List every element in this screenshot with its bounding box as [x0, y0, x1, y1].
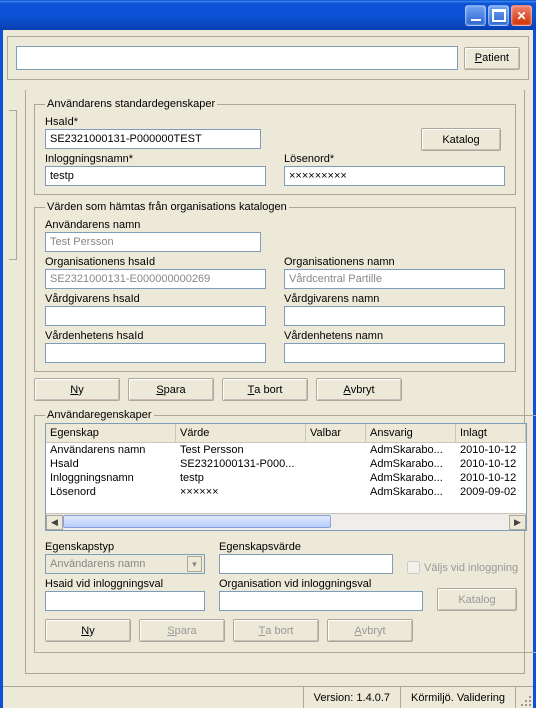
egenskapstyp-select[interactable]: Användarens namn ▼ [45, 554, 205, 574]
group-user-properties: Användaregenskaper Egenskap Värde Valbar… [34, 409, 536, 653]
title-bar [0, 0, 536, 30]
hsaid-input[interactable] [45, 129, 261, 149]
vardenhet-namn-input [284, 343, 505, 363]
status-bar: Version: 1.4.0.7 Körmiljö. Validering [3, 686, 533, 708]
scroll-thumb[interactable] [63, 515, 331, 528]
minimize-button[interactable] [465, 5, 486, 26]
org-login-label: Organisation vid inloggningsval [219, 578, 423, 590]
group-org-values: Värden som hämtas från organisations kat… [34, 201, 516, 372]
hsaid-login-label: Hsaid vid inloggningsval [45, 578, 205, 590]
col-ansvarig[interactable]: Ansvarig [366, 424, 456, 443]
vardenhet-hsaid-input [45, 343, 266, 363]
status-env: Körmiljö. Validering [400, 687, 515, 708]
losenord-label: Lösenord* [284, 153, 505, 165]
spara-button-2[interactable]: Spara [139, 619, 225, 642]
table-cell: AdmSkarabo... [366, 443, 456, 457]
table-cell: 2010-10-12 [456, 443, 526, 457]
col-valbar[interactable]: Valbar [306, 424, 366, 443]
avbryt-button-1[interactable]: Avbryt [316, 378, 402, 401]
table-row[interactable]: Användarens namnTest Persson AdmSkarabo..… [46, 443, 526, 457]
table-cell: 2010-10-12 [456, 457, 526, 471]
table-cell: AdmSkarabo... [366, 471, 456, 485]
inlogg-input[interactable] [45, 166, 266, 186]
patient-button[interactable]: PPatientatient [464, 47, 520, 70]
grid-form: Egenskapstyp Användarens namn ▼ Egenskap… [45, 537, 527, 611]
grid-header: Egenskap Värde Valbar Ansvarig Inlagt [46, 424, 526, 443]
scroll-right-icon[interactable]: ▶ [509, 515, 526, 530]
vardgiv-namn-input [284, 306, 505, 326]
avbryt-button-2[interactable]: Avbryt [327, 619, 413, 642]
valjs-checkbox[interactable] [407, 561, 420, 574]
table-cell: Test Persson [176, 443, 306, 457]
chevron-down-icon: ▼ [187, 556, 202, 572]
group-standard-properties: Användarens standardegenskaper Katalog H… [34, 98, 516, 195]
vardgiv-hsaid-input [45, 306, 266, 326]
button-row-1: Ny Spara Ta bort Avbryt [34, 378, 516, 401]
losenord-input[interactable] [284, 166, 505, 186]
table-cell: 2009-09-02 [456, 485, 526, 499]
org-login-input[interactable] [219, 591, 423, 611]
main-panel: Användarens standardegenskaper Katalog H… [25, 90, 525, 674]
org-hsaid-input [45, 269, 266, 289]
anv-namn-input [45, 232, 261, 252]
table-cell: SE2321000131-P000... [176, 457, 306, 471]
table-row[interactable]: Lösenord×××××× AdmSkarabo...2009-09-02 [46, 485, 526, 499]
ny-button-2[interactable]: Ny [45, 619, 131, 642]
ny-button-1[interactable]: Ny [34, 378, 120, 401]
scroll-track[interactable] [63, 515, 509, 530]
group-org-legend: Värden som hämtas från organisations kat… [45, 201, 289, 213]
spara-button-1[interactable]: Spara [128, 378, 214, 401]
table-cell: Användarens namn [46, 443, 176, 457]
col-inlagt[interactable]: Inlagt [456, 424, 526, 443]
org-namn-input [284, 269, 505, 289]
scroll-left-icon[interactable]: ◀ [46, 515, 63, 530]
egenskapsvarde-input[interactable] [219, 554, 393, 574]
katalog-button[interactable]: Katalog [421, 128, 501, 151]
table-cell: HsaId [46, 457, 176, 471]
table-row[interactable]: HsaIdSE2321000131-P000... AdmSkarabo...20… [46, 457, 526, 471]
vardgiv-hsaid-label: Vårdgivarens hsaId [45, 293, 266, 305]
left-panel-edge [9, 110, 17, 260]
close-button[interactable] [511, 5, 532, 26]
table-cell: ×××××× [176, 485, 306, 499]
col-egenskap[interactable]: Egenskap [46, 424, 176, 443]
table-cell [306, 471, 366, 485]
col-varde[interactable]: Värde [176, 424, 306, 443]
patient-search-input[interactable] [16, 46, 458, 70]
vardenhet-namn-label: Vårdenhetens namn [284, 330, 505, 342]
group-standard-legend: Användarens standardegenskaper [45, 98, 217, 110]
resize-grip-icon[interactable] [515, 687, 533, 708]
properties-grid[interactable]: Egenskap Värde Valbar Ansvarig Inlagt An… [45, 423, 527, 531]
egenskapstyp-label: Egenskapstyp [45, 541, 205, 553]
table-cell [306, 457, 366, 471]
inlogg-label: Inloggningsnamn* [45, 153, 266, 165]
egenskapsvarde-label: Egenskapsvärde [219, 541, 393, 553]
table-cell: testp [176, 471, 306, 485]
anv-namn-label: Användarens namn [45, 219, 505, 231]
org-namn-label: Organisationens namn [284, 256, 505, 268]
org-hsaid-label: Organisationens hsaId [45, 256, 266, 268]
table-cell [306, 443, 366, 457]
table-cell: Lösenord [46, 485, 176, 499]
status-version: Version: 1.4.0.7 [303, 687, 400, 708]
hsaid-login-input[interactable] [45, 591, 205, 611]
valjs-checkbox-label: Väljs vid inloggning [407, 561, 518, 574]
top-toolbar: PPatientatient [7, 36, 529, 80]
grid-hscroll[interactable]: ◀ ▶ [46, 513, 526, 530]
maximize-button[interactable] [488, 5, 509, 26]
vardenhet-hsaid-label: Vårdenhetens hsaId [45, 330, 266, 342]
katalog-button-2[interactable]: Katalog [437, 588, 517, 611]
table-cell: Inloggningsnamn [46, 471, 176, 485]
table-cell [306, 485, 366, 499]
table-cell: 2010-10-12 [456, 471, 526, 485]
hsaid-label: HsaId* [45, 116, 505, 128]
group-user-legend: Användaregenskaper [45, 409, 154, 421]
vardgiv-namn-label: Vårdgivarens namn [284, 293, 505, 305]
tabort-button-1[interactable]: Ta bort [222, 378, 308, 401]
table-cell: AdmSkarabo... [366, 457, 456, 471]
table-cell: AdmSkarabo... [366, 485, 456, 499]
table-row[interactable]: Inloggningsnamntestp AdmSkarabo...2010-10… [46, 471, 526, 485]
tabort-button-2[interactable]: Ta bort [233, 619, 319, 642]
button-row-2: Ny Spara Ta bort Avbryt [45, 619, 527, 642]
